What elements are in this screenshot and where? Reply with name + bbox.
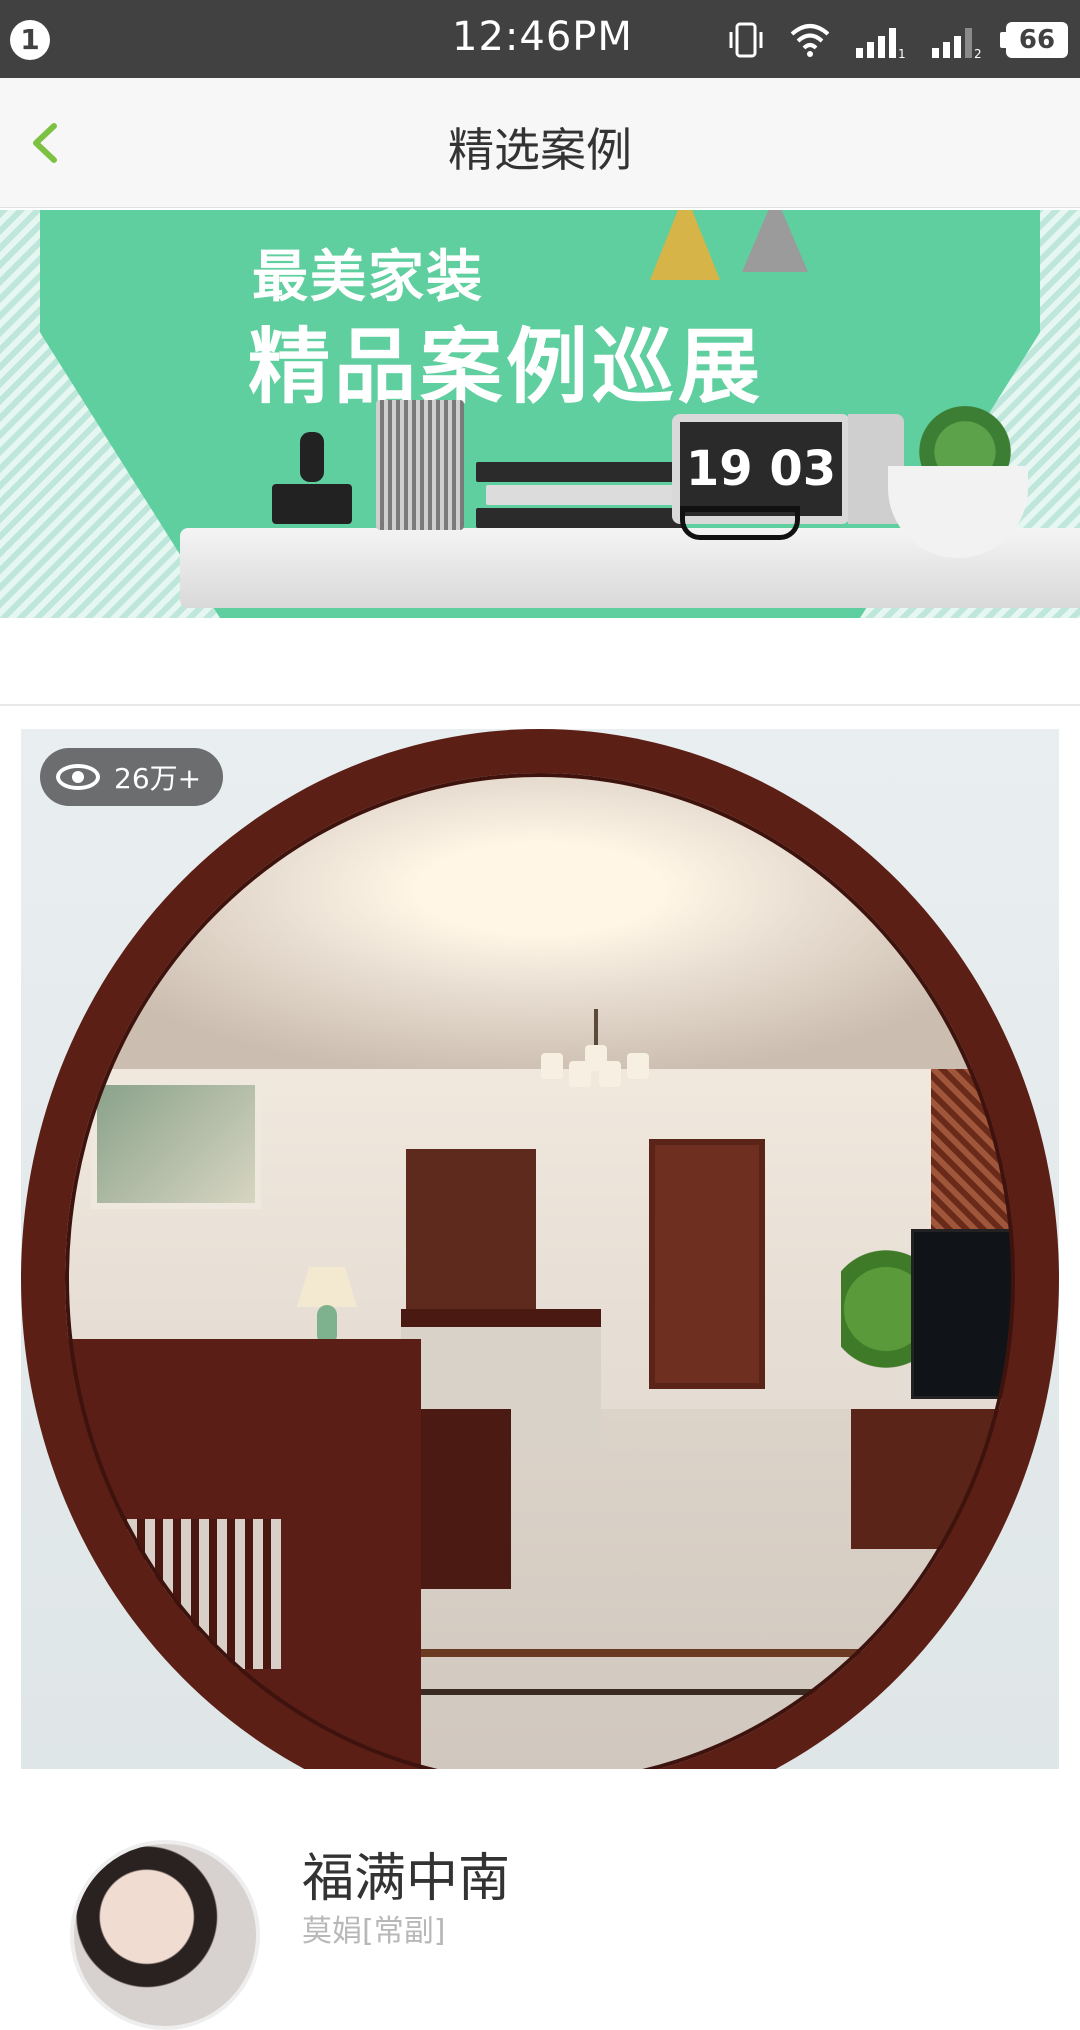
case-designer: 莫娟[常副]	[302, 1914, 446, 1949]
books-decoration	[476, 462, 686, 532]
status-icons: 1 2 66	[726, 18, 1068, 62]
vibrate-icon	[729, 22, 763, 58]
app-header: 精选案例	[0, 78, 1080, 208]
wall-painting	[91, 1079, 261, 1209]
svg-text:1: 1	[898, 47, 906, 60]
eye-icon	[56, 764, 100, 790]
chandelier	[541, 1009, 651, 1099]
case-photo[interactable]	[21, 729, 1059, 1769]
notification-count-badge: 1	[10, 20, 50, 60]
status-bar: 1 12:46PM 1 2 66	[0, 0, 1080, 78]
pencil-cup-decoration	[376, 400, 464, 530]
case-title[interactable]: 福满中南	[302, 1836, 510, 1911]
view-count: 26万+	[114, 762, 202, 795]
living-room-scene	[61, 769, 1019, 1769]
designer-avatar[interactable]	[70, 1840, 260, 2030]
wooden-settee	[61, 1339, 421, 1769]
banner-spacer	[0, 618, 1080, 706]
wifi-icon	[790, 24, 830, 57]
status-time: 12:46PM	[452, 14, 633, 60]
lattice-screen	[931, 1069, 1019, 1249]
page-title: 精选案例	[448, 123, 632, 177]
view-count-badge: 26万+	[40, 748, 224, 806]
battery-icon: 66	[1000, 22, 1068, 58]
wooden-door	[649, 1139, 765, 1389]
signal-2-icon: 2	[932, 28, 982, 60]
signal-1-icon: 1	[856, 28, 906, 60]
banner-heading-large: 精品案例巡展	[248, 320, 765, 415]
succulent-decoration	[910, 400, 1020, 474]
promo-banner[interactable]: 最美家装 精品案例巡展 19 03	[0, 210, 1080, 618]
svg-text:2: 2	[974, 47, 982, 60]
television	[911, 1229, 1019, 1399]
stamp-decoration	[272, 432, 352, 528]
tv-cabinet	[851, 1409, 1019, 1549]
table-lamp-shade	[297, 1267, 357, 1307]
glasses-decoration	[680, 506, 800, 540]
